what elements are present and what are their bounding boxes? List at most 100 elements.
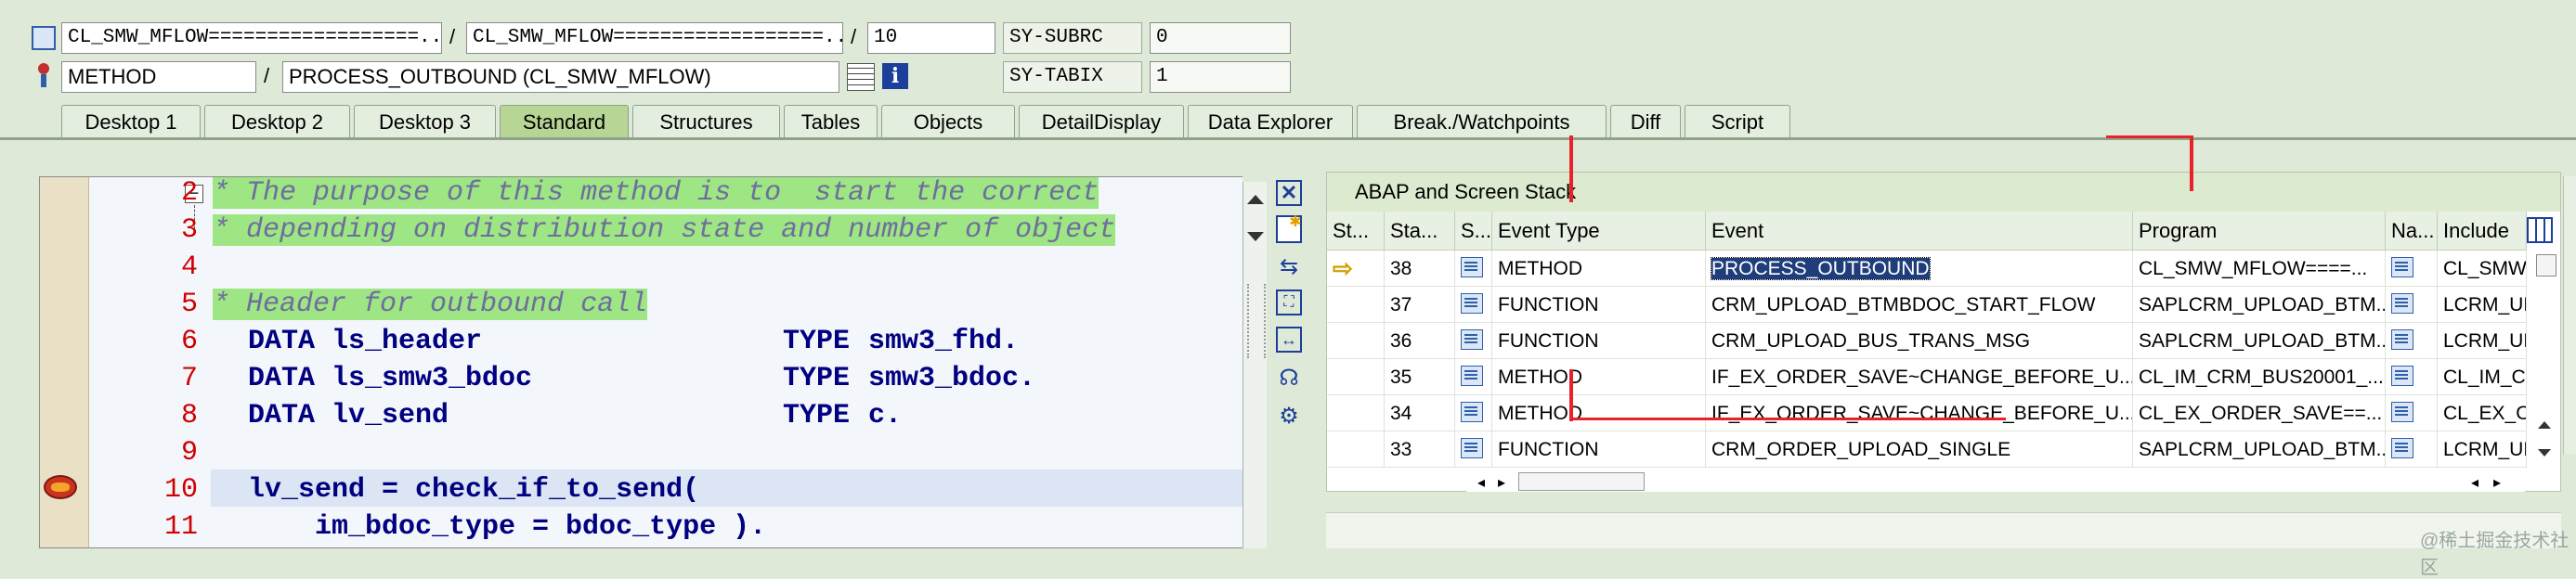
new-tool-icon[interactable]: ✱ <box>1276 214 1302 243</box>
column-header[interactable]: Event <box>1706 212 2133 251</box>
grid-hscroll[interactable]: ◂ ▸ ◂ ▸ <box>1466 470 2525 492</box>
close-icon[interactable]: ✕ <box>1276 180 1302 206</box>
tab-structures[interactable]: Structures <box>632 105 780 138</box>
scroll-down-icon[interactable] <box>1247 232 1264 241</box>
column-header[interactable]: Na... <box>2386 212 2438 251</box>
navigate-icon[interactable] <box>2391 366 2413 386</box>
scroll-right-icon[interactable]: ▸ <box>2493 473 2501 492</box>
column-header[interactable]: St... <box>1327 212 1385 251</box>
editor-scrollbar[interactable] <box>1242 182 1267 548</box>
settings-icon[interactable]: ⚙ <box>1276 401 1302 431</box>
annotation-line <box>1569 369 1573 421</box>
event-cell[interactable]: IF_EX_ORDER_SAVE~CHANGE_BEFORE_U... <box>1706 359 2133 395</box>
code-line-declaration: DATA ls_header TYPE smw3_fhd. <box>248 326 1019 357</box>
annotation-line <box>1569 418 2006 420</box>
stack-level-cell: 36 <box>1385 323 1455 359</box>
tab-detaildisplay[interactable]: DetailDisplay <box>1019 105 1184 138</box>
event-name: PROCESS_OUTBOUND <box>1711 257 1931 280</box>
scroll-up-icon[interactable] <box>1247 195 1264 204</box>
statement: lv_send = check_if_to_send( <box>248 474 700 506</box>
column-header[interactable]: S... <box>1455 212 1492 251</box>
navigate-cell[interactable] <box>2386 323 2438 359</box>
column-header[interactable]: Event Type <box>1492 212 1706 251</box>
variable-name: lv_send <box>332 400 449 431</box>
tab-objects[interactable]: Objects <box>881 105 1015 138</box>
keyword: DATA <box>248 400 316 431</box>
tab-tables[interactable]: Tables <box>784 105 878 138</box>
line-field[interactable]: 10 <box>867 22 995 54</box>
navigate-icon[interactable] <box>2391 402 2413 422</box>
navigate-cell[interactable] <box>2386 395 2438 431</box>
scroll-thumb[interactable] <box>1518 472 1645 491</box>
scroll-down-icon[interactable] <box>2538 449 2551 457</box>
tab-desktop-3[interactable]: Desktop 3 <box>354 105 496 138</box>
tab-script[interactable]: Script <box>1685 105 1790 138</box>
tab-data-explorer[interactable]: Data Explorer <box>1188 105 1353 138</box>
event-name: IF_EX_ORDER_SAVE~CHANGE_BEFORE_U... <box>1711 367 2133 388</box>
event-cell[interactable]: PROCESS_OUTBOUND <box>1706 251 2133 287</box>
scroll-up-icon[interactable] <box>2538 421 2551 429</box>
line-number: 7 <box>180 363 198 394</box>
include-field[interactable]: CL_SMW_MFLOW==================... <box>466 22 843 54</box>
frame-type-icon-cell <box>1455 287 1492 323</box>
layout-icon[interactable] <box>2527 217 2553 243</box>
column-header[interactable]: Program <box>2133 212 2386 251</box>
navigate-icon[interactable] <box>2391 293 2413 314</box>
current-frame-cell[interactable] <box>1327 323 1385 359</box>
event-name: CRM_UPLOAD_BTMBDOC_START_FLOW <box>1711 294 2096 315</box>
stack-level-cell: 34 <box>1385 395 1455 431</box>
line-number: 9 <box>180 437 198 469</box>
include-cell: LCRM_UPLC <box>2438 431 2527 468</box>
breakpoint-icon[interactable] <box>44 475 77 499</box>
scroll-right-icon[interactable]: ▸ <box>1498 473 1505 492</box>
tab-desktop-2[interactable]: Desktop 2 <box>204 105 350 138</box>
variable-name: ls_header <box>332 326 483 357</box>
program-field[interactable]: CL_SMW_MFLOW==================... <box>61 22 442 54</box>
source-editor[interactable]: − 2 * The purpose of this method is to st… <box>39 176 1242 548</box>
event-cell[interactable]: IF_EX_ORDER_SAVE~CHANGE_BEFORE_U... <box>1706 395 2133 431</box>
scroll-grip[interactable] <box>1247 284 1266 358</box>
event-name: CRM_UPLOAD_BUS_TRANS_MSG <box>1711 330 2031 352</box>
current-frame-cell[interactable]: ⇨ <box>1327 251 1385 287</box>
sy-subrc-label: SY-SUBRC <box>1003 22 1142 54</box>
document-icon <box>1461 257 1483 277</box>
navigate-icon[interactable] <box>2391 257 2413 277</box>
include-cell: CL_IM_CRM <box>2438 359 2527 395</box>
swap-tool-icon[interactable]: ⇆ <box>1276 252 1302 280</box>
current-frame-cell[interactable] <box>1327 287 1385 323</box>
document-icon <box>1461 402 1483 422</box>
event-name: IF_EX_ORDER_SAVE~CHANGE_BEFORE_U... <box>1711 403 2133 424</box>
info-icon[interactable]: i <box>882 63 908 89</box>
navigate-icon[interactable] <box>2391 329 2413 350</box>
navigate-cell[interactable] <box>2386 359 2438 395</box>
grid-vscroll[interactable] <box>2530 251 2560 470</box>
grid-icon[interactable] <box>847 63 875 91</box>
current-frame-cell[interactable] <box>1327 395 1385 431</box>
event-cell[interactable]: CRM_ORDER_UPLOAD_SINGLE <box>1706 431 2133 468</box>
column-header[interactable]: Sta... <box>1385 212 1455 251</box>
tab-break-watchpoints[interactable]: Break./Watchpoints <box>1357 105 1607 138</box>
statement: im_bdoc_type = bdoc_type ). <box>248 511 767 543</box>
expand-icon[interactable]: ↔ <box>1276 327 1302 353</box>
tab-standard[interactable]: Standard <box>500 105 629 138</box>
tab-desktop-1[interactable]: Desktop 1 <box>61 105 201 138</box>
scroll-left-icon[interactable]: ◂ <box>1477 473 1485 492</box>
separator: / <box>851 25 857 48</box>
program-cell: SAPLCRM_UPLOAD_BTM... <box>2133 323 2386 359</box>
tab-diff[interactable]: Diff <box>1610 105 1681 138</box>
scroll-left-icon[interactable]: ◂ <box>2471 473 2478 492</box>
variable-name: ls_smw3_bdoc <box>332 363 533 394</box>
navigate-cell[interactable] <box>2386 431 2438 468</box>
navigate-icon[interactable] <box>2391 438 2413 458</box>
event-cell[interactable]: CRM_UPLOAD_BTMBDOC_START_FLOW <box>1706 287 2133 323</box>
maximize-icon[interactable]: ⛶ <box>1276 290 1302 315</box>
navigate-cell[interactable] <box>2386 251 2438 287</box>
current-frame-cell[interactable] <box>1327 359 1385 395</box>
current-frame-cell[interactable] <box>1327 431 1385 468</box>
navigate-cell[interactable] <box>2386 287 2438 323</box>
scroll-thumb[interactable] <box>2536 254 2556 277</box>
service-icon[interactable]: ☊ <box>1276 364 1302 392</box>
event-type-field: METHOD <box>61 61 256 93</box>
event-cell[interactable]: CRM_UPLOAD_BUS_TRANS_MSG <box>1706 323 2133 359</box>
column-header[interactable]: Include <box>2438 212 2527 251</box>
